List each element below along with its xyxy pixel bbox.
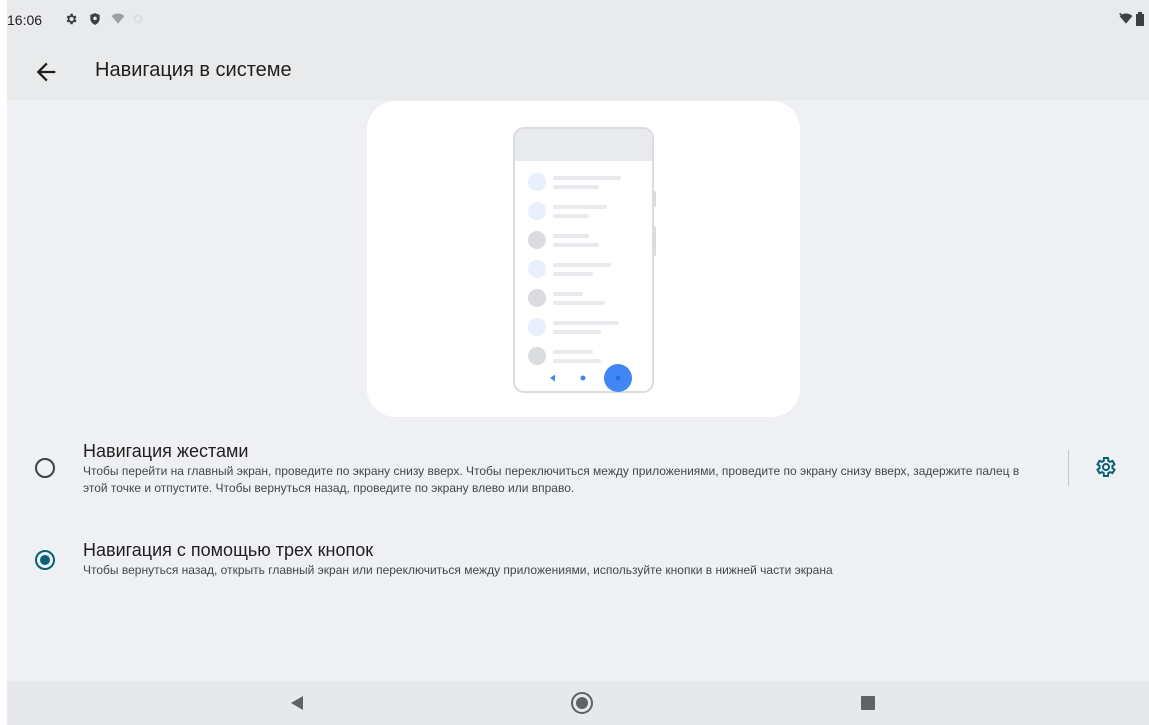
gear-icon <box>1096 457 1116 477</box>
nav-home-button[interactable] <box>570 691 594 715</box>
option-description: Чтобы вернуться назад, открыть главный э… <box>83 563 833 577</box>
nav-recents-button[interactable] <box>860 695 876 711</box>
wifi-icon <box>1119 13 1133 24</box>
phone-illustration <box>513 127 656 393</box>
page-title: Навигация в системе <box>95 59 292 81</box>
option-title: Навигация с помощью трех кнопок <box>83 540 374 560</box>
system-nav-bar <box>7 681 1149 725</box>
status-time: 16:06 <box>7 12 43 28</box>
option-three-button-navigation[interactable]: Навигация с помощью трех кнопок Чтобы ве… <box>7 538 1149 588</box>
radio-gesture-navigation[interactable] <box>35 458 55 478</box>
radio-three-button-navigation[interactable] <box>35 550 55 570</box>
screen: 16:06 Навигация в системе Навигация жест… <box>7 0 1149 725</box>
option-title: Навигация жестами <box>83 441 249 461</box>
radio-selected-dot <box>40 555 50 565</box>
option-gesture-navigation[interactable]: Навигация жестами Чтобы перейти на главн… <box>7 438 1149 508</box>
vertical-divider <box>1068 450 1069 486</box>
status-bar: 16:06 <box>7 0 1149 44</box>
wifi-question-icon <box>111 13 125 24</box>
settings-icon <box>66 13 77 25</box>
battery-icon <box>1136 12 1144 26</box>
gesture-settings-button[interactable] <box>1094 455 1118 479</box>
arrow-left-icon <box>36 62 56 82</box>
app-bar: Навигация в системе <box>7 44 1149 100</box>
home-circle-icon <box>571 692 593 714</box>
option-description: Чтобы перейти на главный экран, проведит… <box>83 464 1020 495</box>
nav-back-button[interactable] <box>289 695 305 711</box>
recents-square-icon <box>861 696 875 710</box>
illustration-card <box>367 101 800 417</box>
back-triangle-icon <box>291 696 303 710</box>
shield-icon <box>90 13 100 25</box>
data-saver-icon <box>133 14 143 24</box>
back-button[interactable] <box>32 58 60 86</box>
